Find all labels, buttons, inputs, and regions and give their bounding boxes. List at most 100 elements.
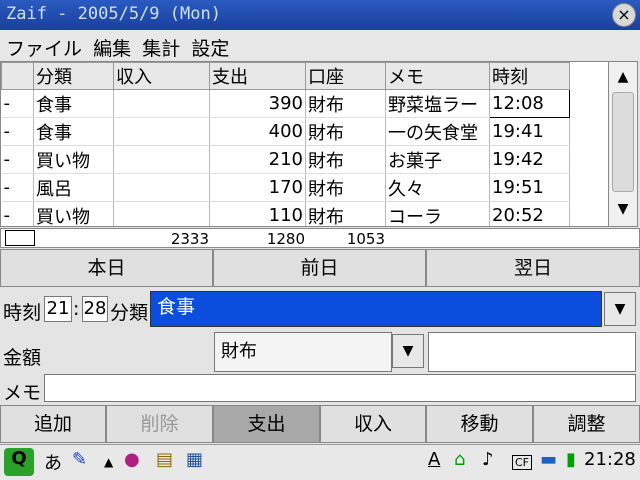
table-row[interactable]: - 食事 400 財布 一の矢食堂 19:41 [1, 117, 570, 146]
scroll-thumb[interactable] [612, 92, 634, 192]
menu-bar: ファイル 編集 集計 設定 [0, 30, 640, 60]
cell-account: 財布 [305, 117, 386, 146]
col-header-category[interactable]: 分類 [33, 62, 114, 90]
move-button[interactable]: 移動 [426, 405, 533, 443]
sd-card-icon[interactable]: ▬ [540, 449, 557, 470]
entries-table: 分類 収入 支出 口座 メモ 時刻 - 食事 390 財布 野菜塩ラー 12:0… [0, 61, 610, 227]
cell-memo: コーラ [385, 201, 490, 226]
menu-edit[interactable]: 編集 [87, 30, 131, 61]
volume-icon[interactable]: ♪ [482, 449, 494, 470]
add-button[interactable]: 追加 [0, 405, 106, 443]
prev-day-button[interactable]: 前日 [213, 249, 426, 287]
cell-marker: - [1, 89, 34, 118]
category-select[interactable]: 食事 [150, 291, 602, 327]
cell-marker: - [1, 145, 34, 174]
cell-time: 20:52 [489, 201, 570, 226]
cell-memo: 久々 [385, 173, 490, 202]
hour-field[interactable]: 21 [44, 296, 72, 322]
start-menu-icon[interactable]: Q [4, 448, 34, 476]
cell-time: 19:51 [489, 173, 570, 202]
cell-memo: 一の矢食堂 [385, 117, 490, 146]
cell-time: 12:08 [489, 89, 570, 118]
col-header-time[interactable]: 時刻 [489, 62, 570, 90]
table-header: 分類 収入 支出 口座 メモ 時刻 [1, 62, 570, 90]
cell-marker: - [1, 117, 34, 146]
cell-account: 財布 [305, 145, 386, 174]
totals-row: 2333 1280 1053 [0, 228, 640, 248]
category-dropdown-icon[interactable]: ▼ [604, 292, 636, 326]
memo-label: メモ [3, 382, 42, 404]
cell-expense: 210 [209, 145, 306, 174]
expand-arrow-icon[interactable]: ▲ [104, 455, 113, 469]
cell-income [113, 201, 210, 226]
close-button[interactable]: × [612, 3, 636, 27]
title-bar: Zaif - 2005/5/9 (Mon) × [0, 0, 640, 30]
cf-card-icon[interactable]: CF [512, 455, 533, 470]
cell-account: 財布 [305, 89, 386, 118]
cell-memo: お菓子 [385, 145, 490, 174]
total-expense: 1280 [266, 230, 305, 248]
delete-button[interactable]: 削除 [106, 405, 213, 443]
cell-account: 財布 [305, 201, 386, 226]
today-button[interactable]: 本日 [0, 249, 213, 287]
col-header-income[interactable]: 収入 [113, 62, 210, 90]
date-navigation: 本日 前日 翌日 [0, 249, 640, 287]
table-row[interactable]: - 風呂 170 財布 久々 19:51 [1, 173, 570, 202]
amount-field[interactable] [428, 332, 636, 372]
battery-icon: ▮ [566, 449, 576, 470]
cell-category: 風呂 [33, 173, 114, 202]
account-select[interactable]: 財布 [214, 332, 392, 372]
cell-memo: 野菜塩ラー [385, 89, 490, 118]
cell-account: 財布 [305, 173, 386, 202]
table-scrollbar[interactable]: ▲ ▼ [608, 61, 638, 227]
cell-expense: 110 [209, 201, 306, 226]
scroll-up-icon[interactable]: ▲ [611, 64, 635, 90]
book-app-icon[interactable]: ▤ [156, 449, 173, 470]
adjust-button[interactable]: 調整 [533, 405, 640, 443]
font-size-icon[interactable]: A [428, 449, 440, 470]
account-dropdown-icon[interactable]: ▼ [392, 334, 424, 368]
expense-button[interactable]: 支出 [213, 405, 320, 443]
minute-field[interactable]: 28 [82, 296, 108, 322]
cell-category: 食事 [33, 117, 114, 146]
cell-income [113, 117, 210, 146]
col-header-account[interactable]: 口座 [305, 62, 386, 90]
menu-settings[interactable]: 設定 [185, 30, 229, 61]
cell-marker: - [1, 201, 34, 226]
total-income: 2333 [170, 230, 209, 248]
wireless-icon[interactable]: ⌂ [454, 449, 465, 470]
action-bar: 追加 削除 支出 収入 移動 調整 [0, 405, 640, 443]
cell-expense: 170 [209, 173, 306, 202]
amount-label: 金額 [3, 347, 42, 369]
cell-time: 19:42 [489, 145, 570, 174]
cell-category: 食事 [33, 89, 114, 118]
taskbar: Q あ ✎ ▲ ● ▤ ▦ A ⌂ ♪ CF ▬ ▮ 21:28 [0, 444, 640, 480]
calendar-app-icon[interactable]: ▦ [186, 449, 203, 470]
total-balance: 1053 [346, 230, 385, 248]
cell-income [113, 89, 210, 118]
totals-marker [5, 230, 35, 246]
menu-summary[interactable]: 集計 [136, 30, 180, 61]
table-row[interactable]: - 食事 390 財布 野菜塩ラー 12:08 [1, 89, 570, 118]
window-title: Zaif - 2005/5/9 (Mon) [6, 4, 221, 24]
category-label: 分類 [110, 302, 149, 324]
time-label: 時刻 [3, 302, 42, 324]
menu-file[interactable]: ファイル [0, 30, 82, 61]
col-header-expense[interactable]: 支出 [209, 62, 306, 90]
memo-field[interactable] [44, 374, 636, 402]
col-header-marker[interactable] [1, 62, 34, 90]
pen-icon[interactable]: ✎ [72, 449, 87, 470]
cell-time: 19:41 [489, 117, 570, 146]
table-row[interactable]: - 買い物 210 財布 お菓子 19:42 [1, 145, 570, 174]
cell-income [113, 173, 210, 202]
income-button[interactable]: 収入 [320, 405, 426, 443]
scroll-down-icon[interactable]: ▼ [611, 196, 635, 222]
cell-marker: - [1, 173, 34, 202]
table-row[interactable]: - 買い物 110 財布 コーラ 20:52 [1, 201, 570, 226]
wallet-app-icon[interactable]: ● [124, 449, 140, 470]
cell-expense: 400 [209, 117, 306, 146]
input-mode-indicator[interactable]: あ [44, 449, 62, 475]
col-header-memo[interactable]: メモ [385, 62, 490, 90]
next-day-button[interactable]: 翌日 [426, 249, 640, 287]
cell-category: 買い物 [33, 201, 114, 226]
